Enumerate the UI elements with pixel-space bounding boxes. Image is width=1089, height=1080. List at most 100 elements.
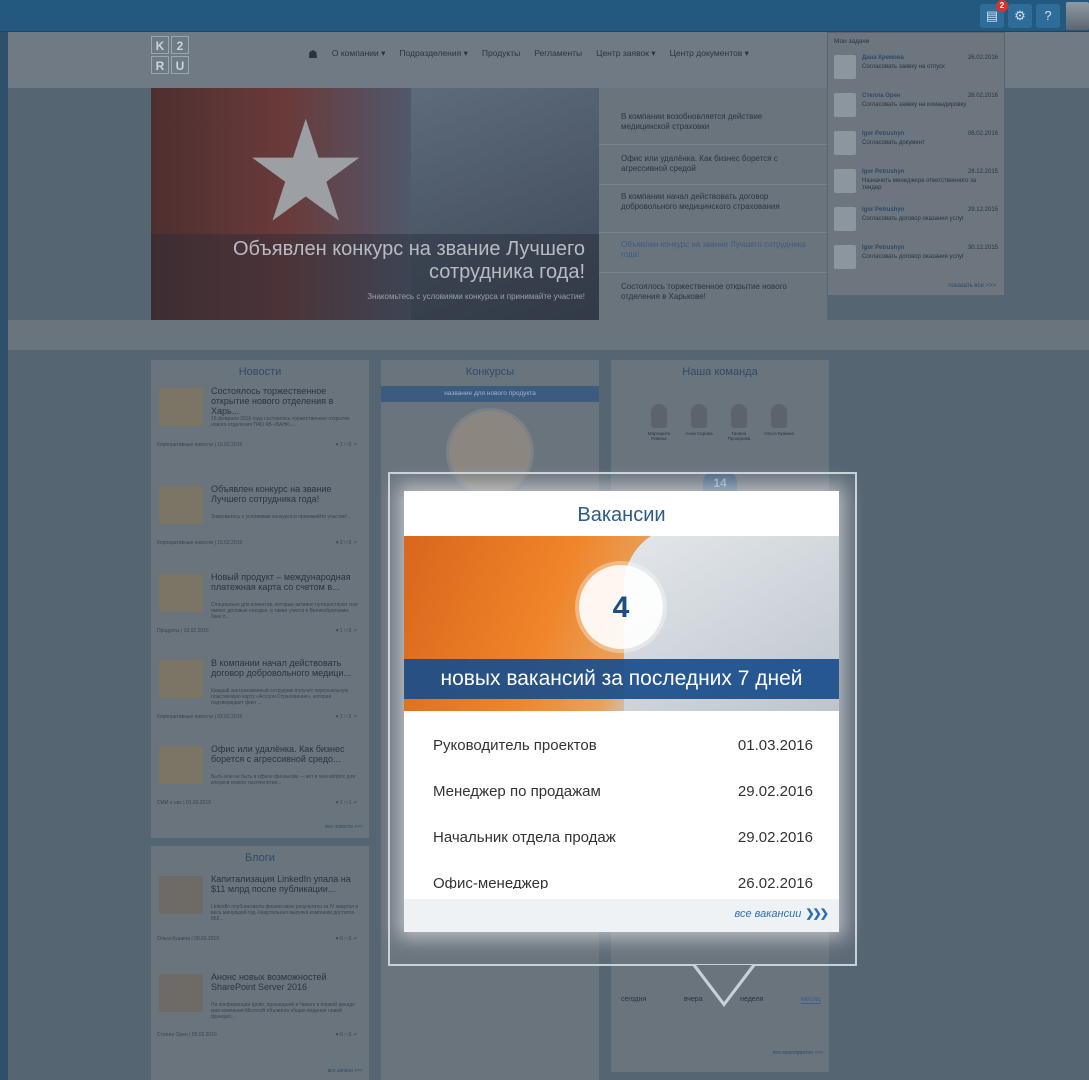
team-member[interactable]: Галина Прохорова (721, 404, 757, 441)
team-members: Маргарита Ривина Анна Серова Галина Прох… (641, 404, 801, 444)
gear-icon: ⚙ (1014, 8, 1026, 23)
slide-link[interactable]: Офис или удалёнка. Как бизнес борется с … (621, 154, 811, 174)
settings-button[interactable]: ⚙ (1008, 4, 1032, 28)
news-date: Корпоративные новости | 03.02.2016 (157, 714, 243, 720)
blog-headline: Капитализация LinkedIn упала на $11 млрд… (211, 874, 351, 894)
task-date: 06.02.2016 (967, 131, 998, 137)
blogs-card: Блоги Капитализация LinkedIn упала на $1… (151, 846, 369, 1080)
avatar (834, 207, 856, 231)
slide-link[interactable]: В компании возобновляется действие медиц… (621, 112, 811, 132)
news-headline: Объявлен конкурс на звание Лучшего сотру… (211, 484, 332, 504)
news-headline: Офис или удалёнка. Как бизнес борется с … (211, 744, 345, 764)
vacancy-row[interactable]: Менеджер по продажам 29.02.2016 (433, 783, 813, 829)
blog-date: Ольга Кушина | 08.02.2016 (157, 936, 220, 942)
show-all-tasks-link[interactable]: показать все >>> (948, 283, 996, 289)
slide-link-active[interactable]: Объявлен конкурс на звание Лучшего сотру… (621, 240, 811, 260)
star-trophy-icon: ★ (243, 93, 369, 250)
divider (599, 144, 827, 145)
vacancy-row[interactable]: Офис-менеджер 26.02.2016 (433, 875, 813, 889)
vacancy-list: Руководитель проектов 01.03.2016 Менедже… (404, 711, 839, 889)
news-headline: В компании начал действовать договор доб… (211, 658, 351, 678)
blog-meta: Стелла Орен | 05.02.2016 ♥ 0 □ 0 ↗ (157, 1032, 357, 1038)
blog-meta: Ольга Кушина | 08.02.2016 ♥ 0 □ 0 ↗ (157, 936, 357, 942)
nav-item-documents[interactable]: Центр документов ▾ (670, 48, 749, 66)
news-thumbnail (159, 388, 203, 426)
task-author: Igor Petrushyn (862, 245, 905, 251)
news-date: Продукты | 10.02.2016 (157, 628, 209, 634)
help-button[interactable]: ? (1036, 4, 1060, 28)
news-headline: Новый продукт – международная платежная … (211, 572, 351, 592)
news-headline: Состоялось торжественное открытие нового… (211, 386, 334, 416)
k2-logo[interactable]: K 2 R U (151, 36, 191, 76)
task-item[interactable]: Стелла Орен 26.02.2016 Согласовать заявк… (832, 89, 1002, 123)
all-blogs-link[interactable]: все записи >>> (328, 1068, 363, 1074)
vacancy-date: 26.02.2016 (737, 875, 813, 889)
vacancy-row[interactable]: Руководитель проектов 01.03.2016 (433, 737, 813, 783)
help-icon: ? (1044, 8, 1052, 23)
slide-link[interactable]: Состоялось торжественное открытие нового… (621, 282, 811, 302)
like-comment-icons: ♥ 0 □ 0 ↗ (335, 1032, 357, 1038)
vacancy-caption: новых вакансий за последних 7 дней (404, 659, 839, 699)
vacancy-position: Начальник отдела продаж (433, 829, 616, 846)
user-avatar[interactable] (1066, 2, 1089, 30)
task-item[interactable]: Igor Petrushyn 30.12.2015 Согласовать до… (832, 241, 1002, 275)
nav-item-products[interactable]: Продукты (482, 48, 520, 66)
my-tasks-dropdown: Мои задачи Дана Кремова 26.02.2016 Согла… (827, 32, 1005, 296)
like-comment-icons: ♥ 1 □ 2 ↗ (335, 714, 357, 720)
team-member[interactable]: Ольга Кушина (761, 404, 797, 436)
member-name: Анна Серова (685, 431, 713, 436)
task-item[interactable]: Igor Petrushyn 29.12.2015 Согласовать до… (832, 203, 1002, 237)
hero-subtitle: Знакомьтесь с условиями конкурса и прини… (367, 292, 585, 301)
all-news-link[interactable]: все новости >>> (325, 824, 363, 830)
like-comment-icons: ♥ 0 □ 0 ↗ (335, 936, 357, 942)
tab-month[interactable]: месяц (800, 996, 821, 1004)
vacancy-row[interactable]: Начальник отдела продаж 29.02.2016 (433, 829, 813, 875)
news-snippet: Быть или не быть в офисе финансам — вот … (211, 774, 356, 786)
news-date: Корпоративные новости | 16.02.2016 (157, 442, 243, 448)
top-app-bar: ▤ 2 ⚙ ? (0, 0, 1089, 32)
vacancy-position: Руководитель проектов (433, 737, 597, 754)
task-description: Согласовать документ (862, 140, 925, 146)
tab-today[interactable]: сегодня (621, 996, 646, 1004)
news-meta: СМИ о нас | 01.02.2016 ♥ 1 □ 1 ↗ (157, 800, 357, 806)
main-nav: ☗ О компании ▾ Подразделения ▾ Продукты … (308, 48, 749, 66)
news-snippet: Знакомьтесь с условиями конкурса и прини… (211, 514, 352, 520)
contest-name-bar[interactable]: название для нового продукта (381, 386, 599, 402)
task-date: 29.12.2015 (967, 207, 998, 213)
nav-item-departments[interactable]: Подразделения ▾ (399, 48, 467, 66)
all-events-link[interactable]: все мероприятия >>> (773, 1050, 823, 1056)
home-icon[interactable]: ☗ (308, 48, 318, 66)
nav-item-requests[interactable]: Центр заявок ▾ (596, 48, 655, 66)
task-item[interactable]: Igor Petrushyn 28.12.2015 Назначить мене… (832, 165, 1002, 199)
blog-headline: Анонс новых возможностей SharePoint Serv… (211, 972, 327, 992)
task-description: Согласовать заявку на командировку (862, 102, 967, 108)
task-author: Стелла Орен (862, 93, 901, 99)
vacancy-position: Менеджер по продажам (433, 783, 601, 800)
tasks-title: Мои задачи (834, 38, 870, 45)
vacancy-position: Офис-менеджер (433, 875, 549, 889)
nav-item-company[interactable]: О компании ▾ (332, 48, 386, 66)
task-item[interactable]: Дана Кремова 26.02.2016 Согласовать заяв… (832, 51, 1002, 85)
vacancies-widget: Вакансии 4 новых вакансий за последних 7… (404, 491, 839, 932)
avatar (834, 131, 856, 155)
news-meta: Корпоративные новости | 15.02.2016 ♥ 2 □ … (157, 540, 357, 546)
all-vacancies-link[interactable]: все вакансии ❯❯❯ (734, 907, 829, 920)
logo-letter: 2 (171, 36, 189, 54)
team-member[interactable]: Анна Серова (681, 404, 717, 436)
notifications-button[interactable]: ▤ 2 (980, 0, 1008, 28)
task-date: 30.12.2015 (967, 245, 998, 251)
triple-chevron-right-icon: ❯❯❯ (805, 908, 829, 920)
vacancy-date: 29.02.2016 (737, 783, 813, 800)
member-name: Галина Прохорова (727, 431, 751, 441)
person-icon (651, 404, 667, 428)
team-member[interactable]: Маргарита Ривина (641, 404, 677, 441)
task-item[interactable]: Igor Petrushyn 06.02.2016 Согласовать до… (832, 127, 1002, 161)
news-thumbnail (159, 574, 203, 612)
hero-title: Объявлен конкурс на звание Лучшего сотру… (232, 238, 585, 283)
hero-slide[interactable]: ★ Объявлен конкурс на звание Лучшего сот… (151, 88, 599, 320)
news-thumbnail (159, 660, 203, 698)
news-title: Новости (238, 366, 282, 378)
like-comment-icons: ♥ 1 □ 0 ↗ (335, 628, 357, 634)
nav-item-regulations[interactable]: Регламенты (534, 48, 582, 66)
slide-link[interactable]: В компании начал действовать договор доб… (621, 192, 811, 212)
